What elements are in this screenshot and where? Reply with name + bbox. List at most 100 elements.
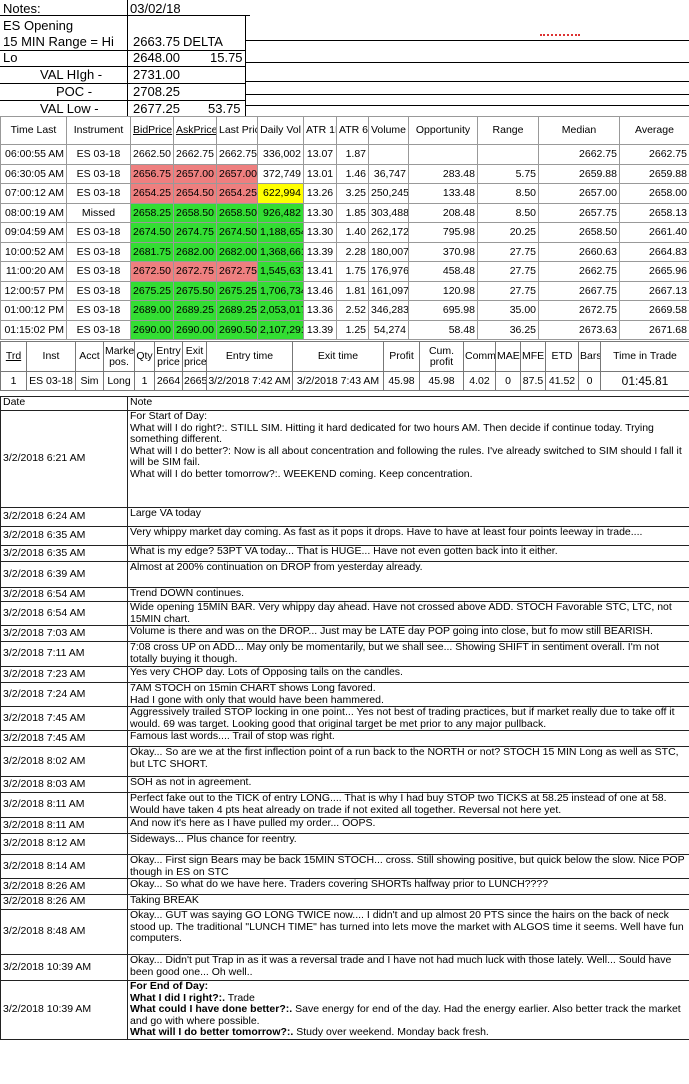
note-entry[interactable]: 3/2/2018 7:45 AM Aggressively trailed STO… [0, 706, 689, 731]
note-entry[interactable]: 3/2/2018 8:26 AM Taking BREAK [0, 894, 689, 910]
note-entry[interactable]: 3/2/2018 6:39 AM Almost at 200% continuat… [0, 561, 689, 588]
market-cell-ask: 2674.75 [173, 222, 217, 243]
market-cell-atr6: 1.85 [336, 202, 369, 223]
trade-col-header[interactable]: Time in Trade [600, 341, 689, 372]
note-text: Okay... GUT was saying GO LONG TWICE now… [127, 909, 689, 955]
note-line: 7:08 cross UP on ADD... May only be mome… [130, 641, 659, 665]
note-text: Taking BREAK [127, 894, 689, 910]
note-entry[interactable]: 3/2/2018 6:21 AM For Start of Day: What wi… [0, 410, 689, 508]
note-entry[interactable]: 3/2/2018 6:35 AM What is my edge? 53PT VA… [0, 545, 689, 562]
market-col-header[interactable]: BidPrice [130, 116, 174, 145]
note-text: Perfect fake out to the TICK of entry LO… [127, 792, 689, 818]
note-text: Wide opening 15MIN BAR. Very whippy day … [127, 601, 689, 626]
market-col-header[interactable]: Average [619, 116, 689, 145]
market-cell-opp: 120.98 [408, 280, 478, 301]
market-cell-median: 2662.75 [538, 144, 620, 165]
trade-col-header[interactable]: MFE [520, 341, 546, 372]
trade-col-header[interactable]: Trd [0, 341, 27, 372]
market-cell-time: 01:15:02 PM [0, 319, 67, 340]
note-entry[interactable]: 3/2/2018 6:54 AM Trend DOWN continues. [0, 587, 689, 602]
market-cell-vol: 1,706,734 [257, 280, 304, 301]
market-cell-bid: 2658.25 [130, 202, 174, 223]
note-line: Okay... GUT was saying GO LONG TWICE now… [130, 909, 684, 944]
market-row[interactable]: 11:00:20 AM ES 03-18 2672.50 2672.75 2672.75… [0, 261, 689, 282]
note-entry[interactable]: 3/2/2018 8:02 AM Okay... So are we at the… [0, 746, 689, 777]
market-cell-avg: 2659.88 [619, 163, 689, 184]
market-cell-bid: 2674.50 [130, 222, 174, 243]
trade-col-header[interactable]: ETD [545, 341, 579, 372]
market-col-header[interactable]: Volume Flow [368, 116, 409, 145]
market-col-header[interactable]: Opportunity [408, 116, 478, 145]
market-cell-range: 20.25 [477, 222, 539, 243]
note-entry[interactable]: 3/2/2018 8:14 AM Okay... First sign Bears… [0, 854, 689, 879]
market-cell-last: 2674.50 [216, 222, 258, 243]
market-cell-bid: 2690.00 [130, 319, 174, 340]
trade-col-header[interactable]: MAE [495, 341, 521, 372]
note-entry[interactable]: 3/2/2018 10:39 AM For End of Day: What I d… [0, 980, 689, 1040]
market-row[interactable]: 01:15:02 PM ES 03-18 2690.00 2690.00 2690.50… [0, 319, 689, 340]
market-cell-atr1: 13.30 [303, 222, 337, 243]
note-line: Yes very CHOP day. Lots of Opposing tail… [130, 666, 403, 678]
val-low-extra: 53.75 [208, 101, 241, 116]
note-entry[interactable]: 3/2/2018 7:03 AM Volume is there and was … [0, 625, 689, 642]
note-entry[interactable]: 3/2/2018 6:35 AM Very whippy market day c… [0, 526, 689, 546]
note-date: 3/2/2018 7:23 AM [0, 666, 128, 683]
market-col-header[interactable]: Last Price [216, 116, 258, 145]
note-entry[interactable]: 3/2/2018 7:45 AM Famous last words.... Tr… [0, 730, 689, 747]
note-entry[interactable]: 3/2/2018 8:11 AM Perfect fake out to the … [0, 792, 689, 818]
market-row[interactable]: 12:00:57 PM ES 03-18 2675.25 2675.50 2675.25… [0, 280, 689, 301]
trade-row[interactable]: 1 ES 03-18 Sim Long 1 2664 2665 3/2/2018 7:42 A… [0, 371, 689, 391]
note-line: Famous last words.... Trail of stop was … [130, 730, 335, 742]
market-cell-range: 36.25 [477, 319, 539, 340]
trade-col-header[interactable]: Inst [26, 341, 76, 372]
market-row[interactable]: 01:00:12 PM ES 03-18 2689.00 2689.25 2689.25… [0, 300, 689, 321]
note-entry[interactable]: 3/2/2018 7:23 AM Yes very CHOP day. Lots … [0, 666, 689, 683]
market-col-header[interactable]: Daily Vol [257, 116, 304, 145]
note-date: 3/2/2018 7:45 AM [0, 706, 128, 731]
delta-label: DELTA [183, 34, 223, 49]
delta-value: 15.75 [210, 50, 243, 65]
trade-col-header[interactable]: Exit time [292, 341, 384, 372]
note-entry[interactable]: 3/2/2018 7:11 AM 7:08 cross UP on ADD... … [0, 641, 689, 667]
note-entry[interactable]: 3/2/2018 10:39 AM Okay... Didn't put Trap… [0, 954, 689, 981]
note-entry[interactable]: 3/2/2018 8:11 AM And now it's here as I h… [0, 817, 689, 834]
market-row[interactable]: 06:30:05 AM ES 03-18 2656.75 2657.00 2657.00… [0, 163, 689, 184]
note-entry[interactable]: 3/2/2018 6:54 AM Wide opening 15MIN BAR. … [0, 601, 689, 626]
note-entry[interactable]: 3/2/2018 6:24 AM Large VA today [0, 507, 689, 527]
market-cell-atr1: 13.01 [303, 163, 337, 184]
trade-col-header[interactable]: Market pos. [103, 341, 135, 372]
market-row[interactable]: 09:04:59 AM ES 03-18 2674.50 2674.75 2674.50… [0, 222, 689, 243]
note-entry[interactable]: 3/2/2018 8:26 AM Okay... So what do we ha… [0, 878, 689, 895]
note-entry[interactable]: 3/2/2018 8:48 AM Okay... GUT was saying G… [0, 909, 689, 955]
trade-col-header[interactable]: Exit price [182, 341, 207, 372]
market-col-header[interactable]: Instrument [66, 116, 131, 145]
note-date: 3/2/2018 8:02 AM [0, 746, 128, 777]
note-date: 3/2/2018 6:21 AM [0, 410, 128, 508]
note-line: Volume is there and was on the DROP... J… [130, 625, 653, 637]
market-cell-atr6: 3.25 [336, 183, 369, 204]
trade-col-header[interactable]: Bars [578, 341, 601, 372]
trade-col-header[interactable]: Profit [383, 341, 420, 372]
note-entry[interactable]: 3/2/2018 8:12 AM Sideways... Plus chance … [0, 833, 689, 855]
market-cell-range: 5.75 [477, 163, 539, 184]
market-col-header[interactable]: ATR 1Hour [303, 116, 337, 145]
val-high-value: 2731.00 [133, 67, 180, 82]
note-entry[interactable]: 3/2/2018 8:03 AM SOH as not in agreement. [0, 776, 689, 793]
trade-col-header[interactable]: Entry time [206, 341, 293, 372]
trade-col-header[interactable]: Entry price [154, 341, 183, 372]
market-col-header[interactable]: Time Last [0, 116, 67, 145]
trade-col-header[interactable]: Acct [75, 341, 104, 372]
note-entry[interactable]: 3/2/2018 7:24 AM 7AM STOCH on 15min CHART… [0, 682, 689, 707]
market-col-header[interactable]: Range [477, 116, 539, 145]
trade-col-header[interactable]: Cum. profit [419, 341, 464, 372]
market-row[interactable]: 07:00:12 AM ES 03-18 2654.25 2654.50 2654.25… [0, 183, 689, 204]
market-col-header[interactable]: Median [538, 116, 620, 145]
trade-col-header[interactable]: Qty [134, 341, 155, 372]
market-col-header[interactable]: ATR 6Min [336, 116, 369, 145]
market-row[interactable]: 08:00:19 AM Missed 2658.25 2658.50 2658.50 92… [0, 202, 689, 223]
market-row[interactable]: 10:00:52 AM ES 03-18 2681.75 2682.00 2682.00… [0, 241, 689, 262]
trade-col-header[interactable]: Comm [463, 341, 496, 372]
note-date: 3/2/2018 8:11 AM [0, 792, 128, 818]
market-col-header[interactable]: AskPrice [173, 116, 217, 145]
market-row[interactable]: 06:00:55 AM ES 03-18 2662.50 2662.75 2662.75… [0, 144, 689, 165]
